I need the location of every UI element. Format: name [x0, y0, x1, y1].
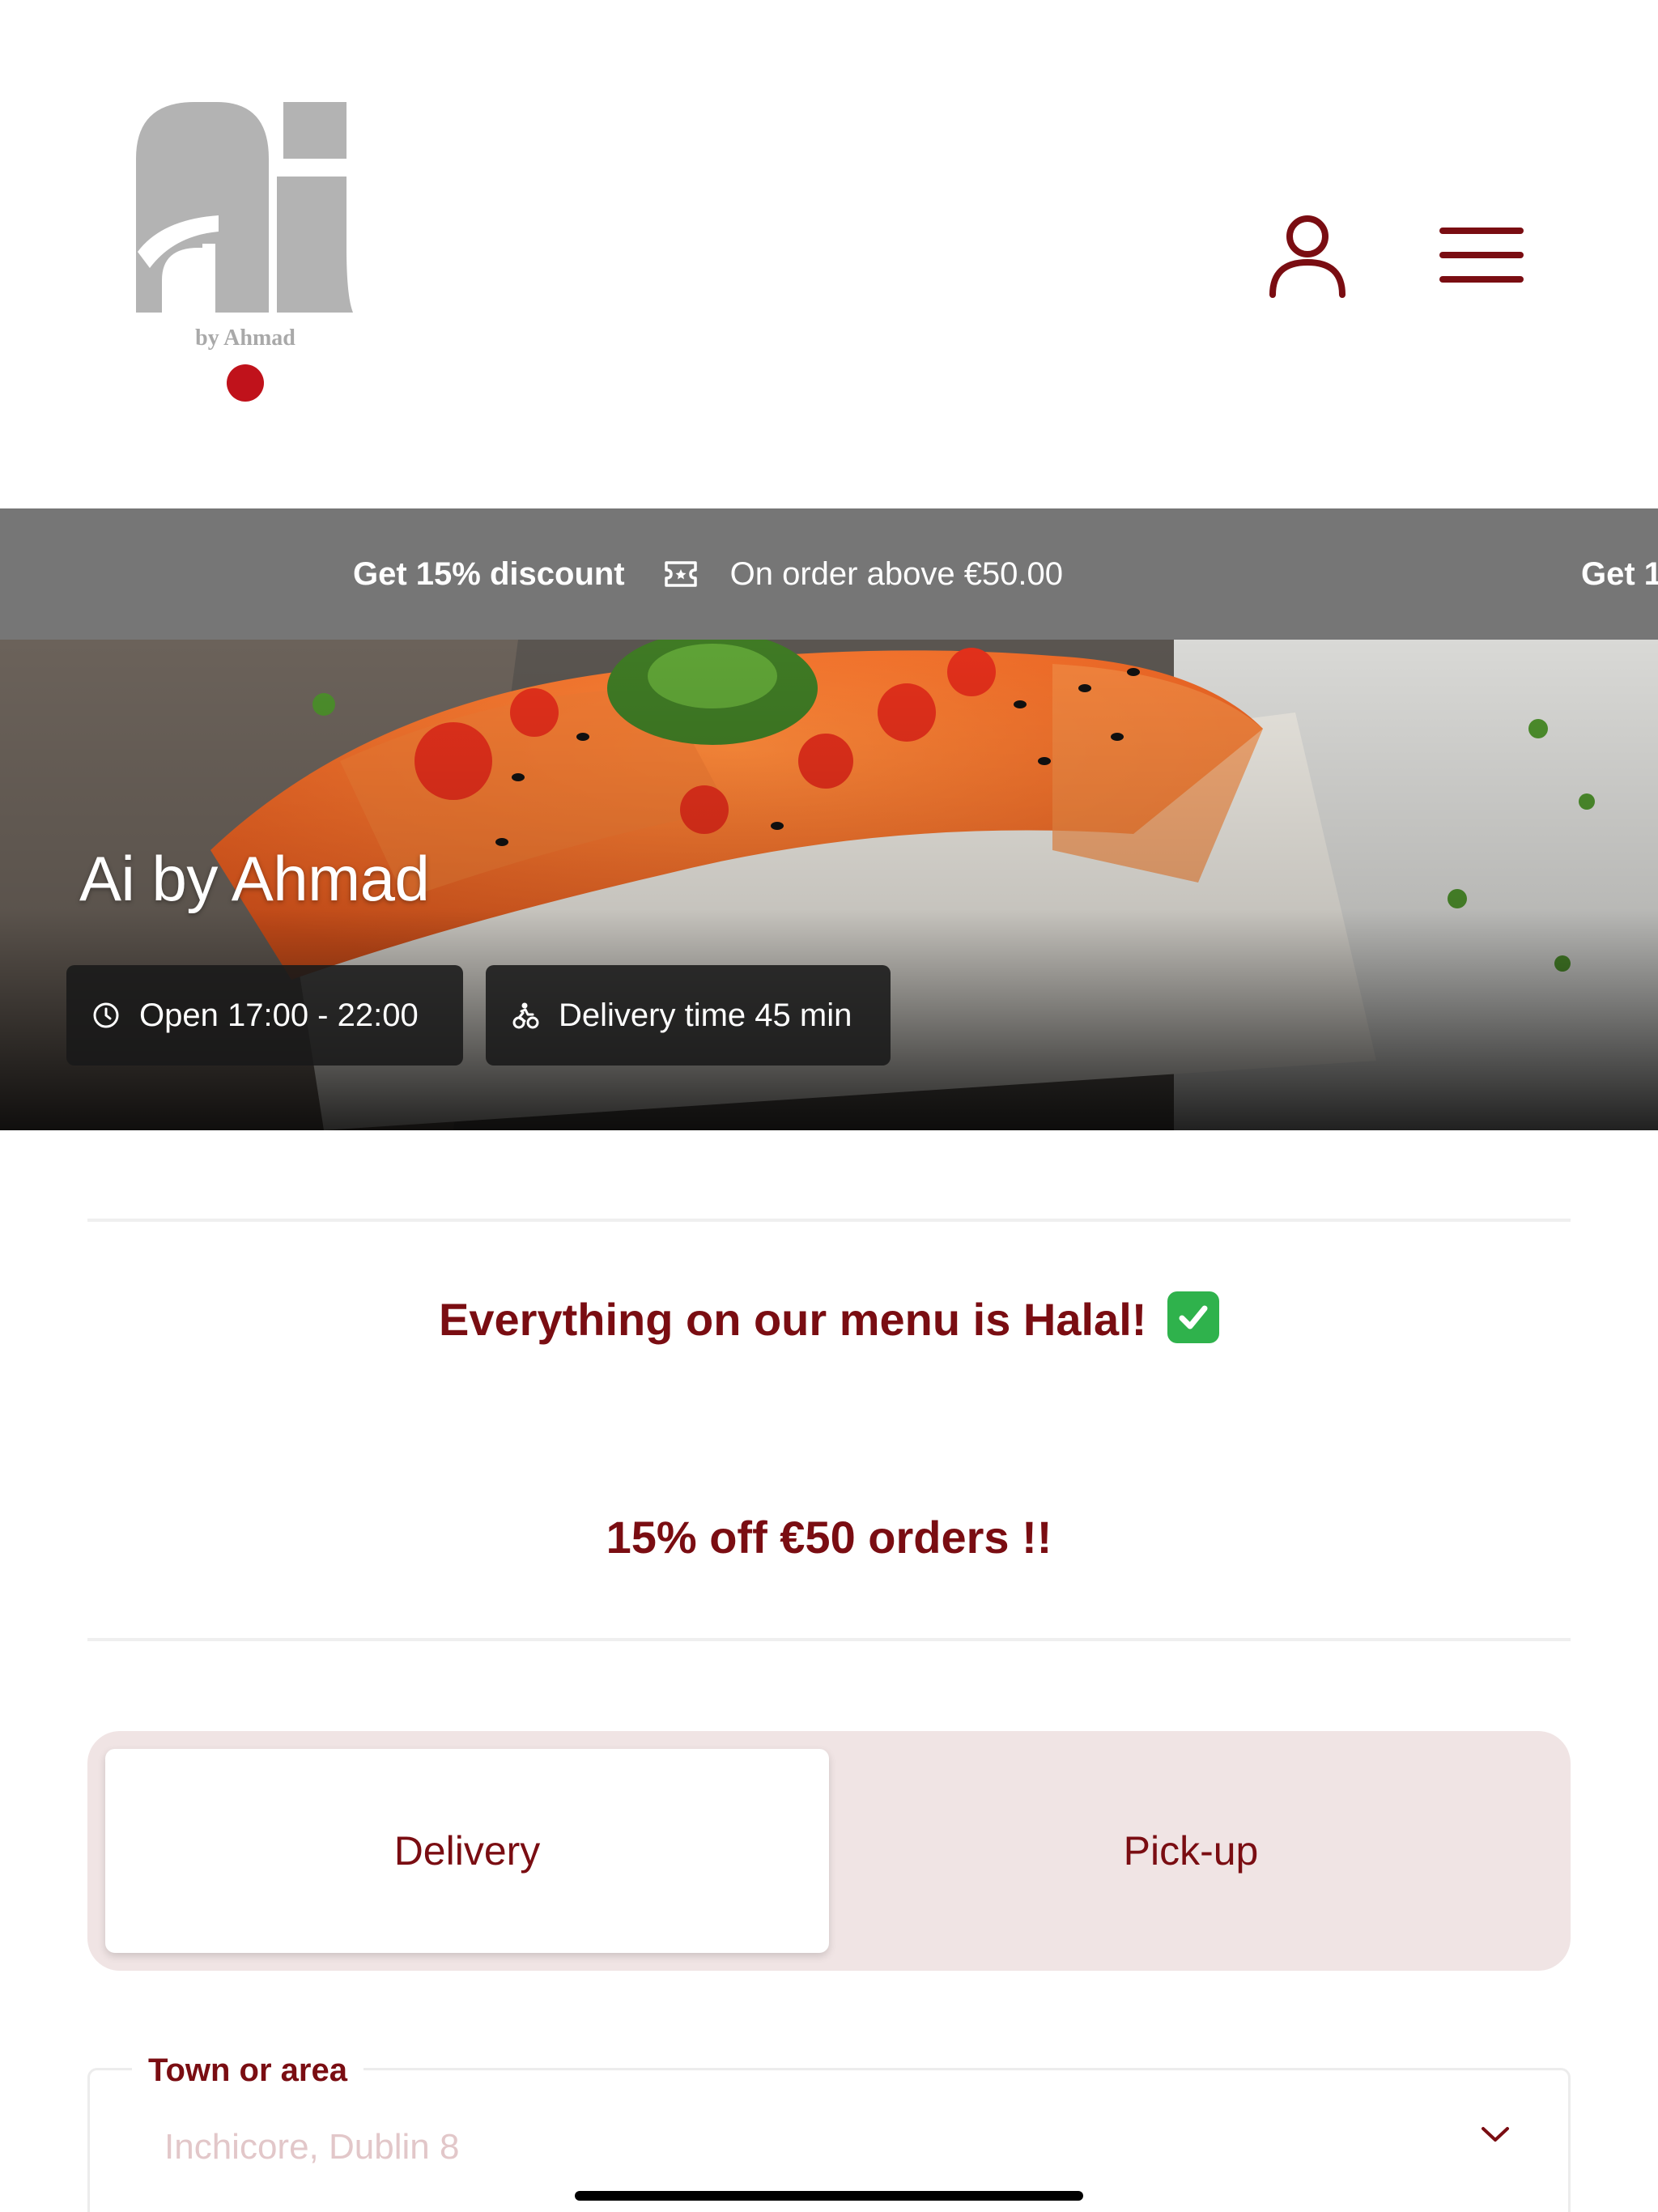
promo-banner: Get 15% discount On order above €50.00 G…	[0, 508, 1658, 640]
divider-bottom	[87, 1638, 1571, 1641]
halal-notice-text: Everything on our menu is Halal!	[439, 1294, 1147, 1345]
check-mark-icon	[1167, 1291, 1219, 1343]
main-menu-button[interactable]	[1429, 202, 1534, 308]
promo-headline-repeat: Get 1	[1581, 555, 1658, 592]
discount-notice: 15% off €50 orders !!	[606, 1512, 1052, 1563]
opening-hours-badge: Open 17:00 - 22:00	[66, 965, 463, 1066]
town-area-placeholder: Inchicore, Dublin 8	[164, 2127, 460, 2167]
site-header: by Ahmad	[0, 0, 1658, 508]
logo-subtitle: by Ahmad	[195, 325, 295, 351]
divider-top	[87, 1219, 1571, 1222]
chevron-down-icon	[1482, 2127, 1509, 2142]
promo-condition: On order above €50.00	[729, 555, 1064, 592]
pickup-option-button[interactable]: Pick-up	[829, 1749, 1553, 1953]
restaurant-hero: Ai by Ahmad Open 17:00 - 22:00 Delivery …	[0, 640, 1658, 1130]
delivery-time-badge: Delivery time 45 min	[486, 965, 891, 1066]
home-indicator[interactable]	[575, 2191, 1083, 2201]
order-type-toggle: Delivery Pick-up	[87, 1731, 1571, 1971]
scooter-icon	[512, 1002, 539, 1029]
promo-headline: Get 15% discount	[353, 555, 625, 592]
town-area-label: Town or area	[132, 2052, 363, 2089]
delivery-option-button[interactable]: Delivery	[105, 1749, 829, 1953]
clock-icon	[93, 1002, 119, 1028]
account-button[interactable]	[1255, 202, 1360, 308]
ticket-icon	[664, 560, 698, 588]
restaurant-name: Ai by Ahmad	[79, 843, 430, 914]
delivery-time-text: Delivery time 45 min	[559, 997, 852, 1033]
user-icon	[1269, 215, 1346, 298]
hamburger-menu-icon	[1439, 228, 1524, 283]
brand-logo[interactable]: by Ahmad	[130, 102, 364, 410]
halal-notice: Everything on our menu is Halal!	[0, 1291, 1658, 1346]
opening-hours-text: Open 17:00 - 22:00	[139, 997, 419, 1033]
